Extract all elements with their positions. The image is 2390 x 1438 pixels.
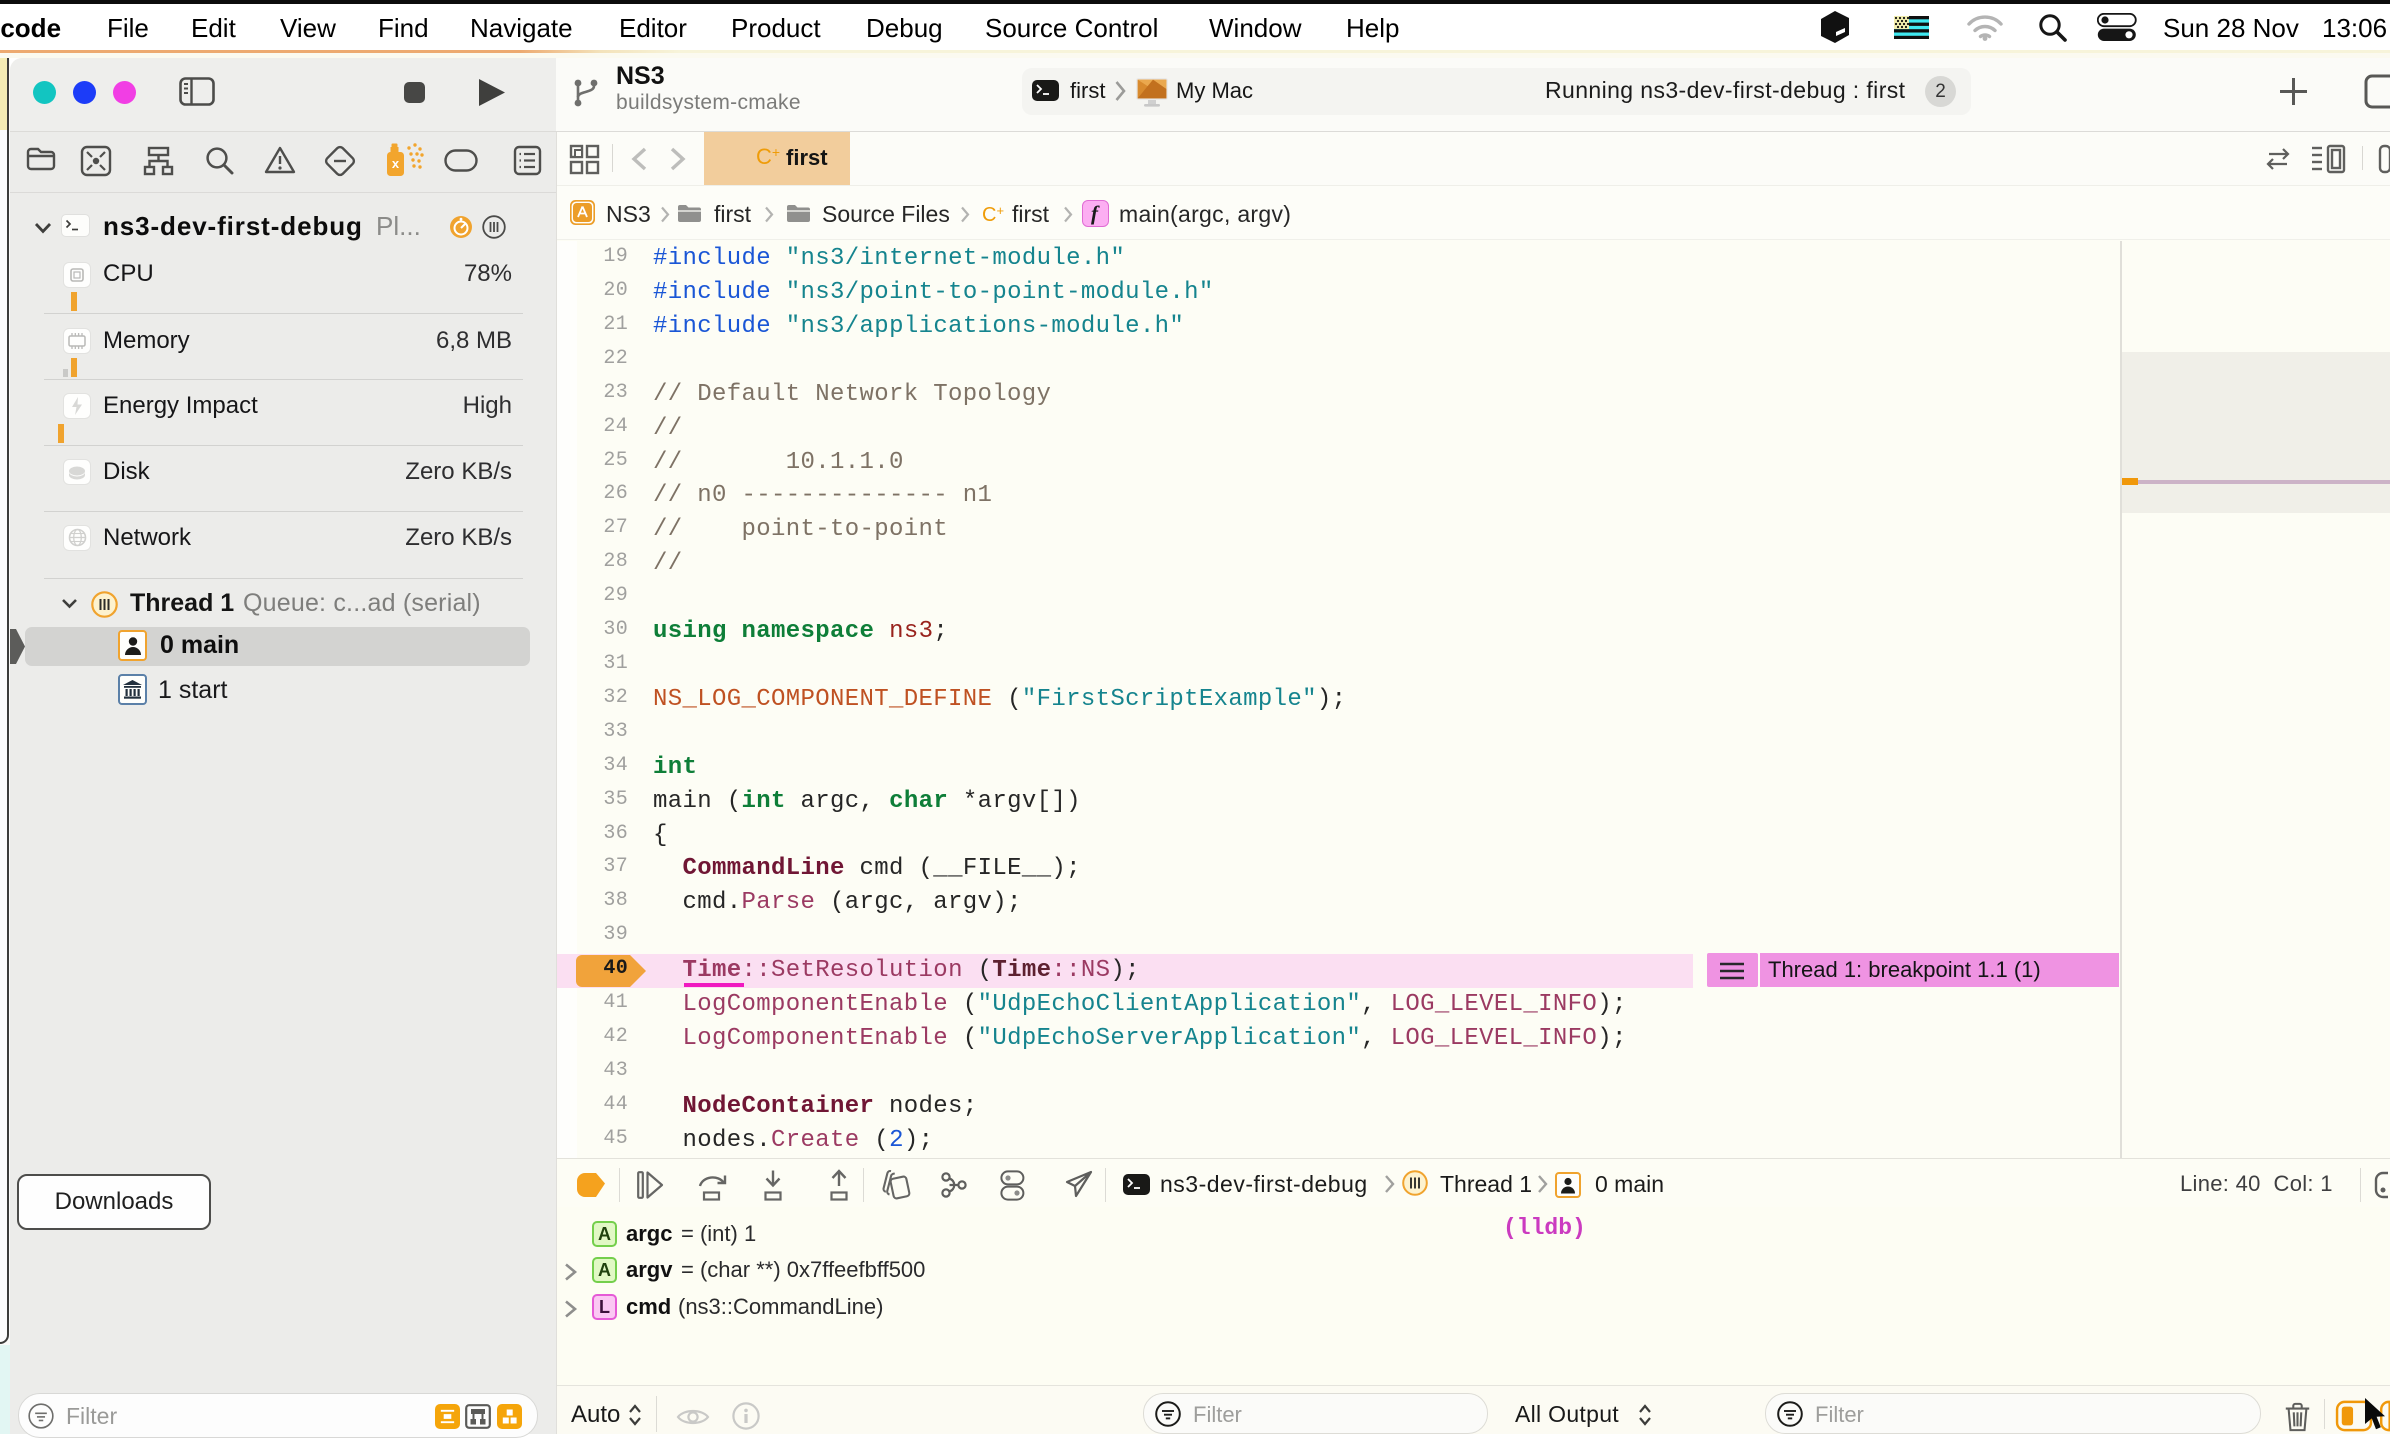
svg-text:x: x xyxy=(392,156,400,171)
